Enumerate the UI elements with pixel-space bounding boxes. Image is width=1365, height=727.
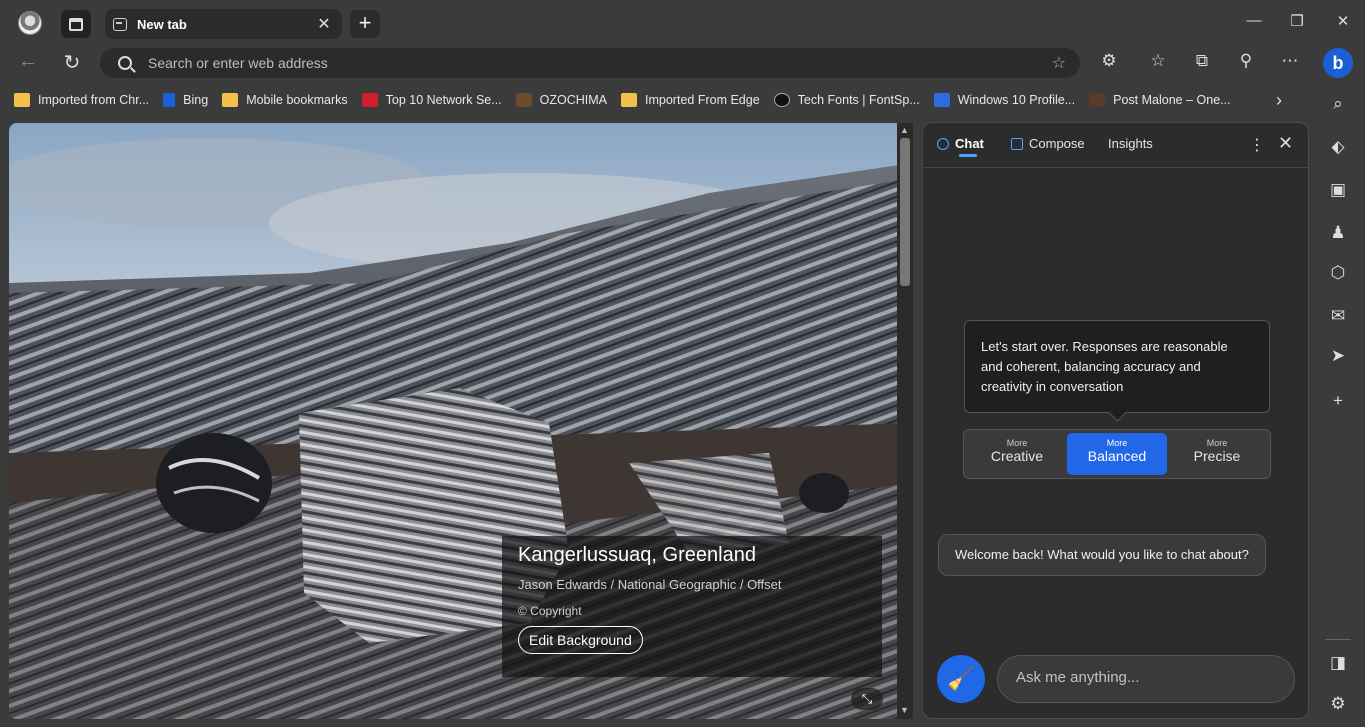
site-icon [933,93,950,107]
microsoft365-icon[interactable]: ⬡ [1326,263,1350,283]
folder-icon [222,93,239,107]
restore-button[interactable]: ❐ [1282,12,1312,30]
address-bar[interactable]: ☆ [100,48,1080,78]
site-icon [515,93,532,107]
chat-header: Chat Compose Insights ⋮ ✕ [923,123,1308,168]
tab-new-tab[interactable]: New tab ✕ [105,9,342,39]
bookmark-item[interactable]: Top 10 Network Se... [361,93,502,107]
site-icon [361,93,378,107]
background-copyright: © Copyright [518,604,582,618]
games-icon[interactable]: ♟ [1326,223,1350,243]
mode-tooltip: Let's start over. Responses are reasonab… [964,320,1270,413]
send-icon[interactable]: ➤ [1326,346,1350,366]
extensions-icon[interactable]: ⚙ [1095,51,1123,71]
folder-icon [14,93,30,107]
more-options-icon[interactable]: ⋮ [1249,135,1265,155]
bookmarks-overflow-icon[interactable]: › [1276,90,1282,111]
close-panel-icon[interactable]: ✕ [1278,133,1293,154]
shopping-tag-icon[interactable]: ⬖ [1326,137,1350,157]
refresh-button[interactable]: ↻ [57,50,87,75]
mode-precise-button[interactable]: More Precise [1167,433,1267,475]
background-info-card: Kangerlussuaq, Greenland Jason Edwards /… [502,536,882,677]
chat-icon [937,137,949,150]
performance-icon[interactable]: ⚲ [1232,51,1260,71]
welcome-message: Welcome back! What would you like to cha… [938,534,1266,576]
newtab-favicon-icon [113,17,127,31]
bookmark-item[interactable]: Windows 10 Profile... [933,93,1075,107]
scroll-up-icon[interactable]: ▲ [900,125,909,135]
folder-icon [621,93,638,107]
tab-title: New tab [137,16,187,32]
new-topic-broom-icon[interactable]: 🧹 [937,655,985,703]
settings-gear-icon[interactable]: ⚙ [1326,694,1350,714]
compose-icon [1011,137,1023,150]
bookmark-item[interactable]: Post Malone – One... [1089,93,1231,107]
ask-input-box[interactable] [997,655,1295,703]
bookmark-item[interactable]: Mobile bookmarks [222,93,348,107]
tab-compose[interactable]: Compose [1011,136,1085,151]
back-button[interactable]: ← [13,50,43,73]
bookmarks-bar: Imported from Chr... Bing Mobile bookmar… [0,86,1310,114]
mode-balanced-button[interactable]: More Balanced [1067,433,1167,475]
site-icon [1089,93,1106,107]
edit-background-button[interactable]: Edit Background [518,626,643,654]
bookmark-item[interactable]: Imported from Chr... [14,93,149,107]
bookmark-item[interactable]: OZOCHIMA [515,93,607,107]
sidebar-divider [1325,639,1351,640]
tools-briefcase-icon[interactable]: ▣ [1326,180,1350,200]
address-input[interactable] [148,55,1028,71]
workspaces-icon [69,17,83,31]
bookmark-item[interactable]: Tech Fonts | FontSp... [773,93,920,107]
page-scrollbar[interactable]: ▲ ▼ [897,123,913,719]
search-icon [118,56,132,70]
site-icon [773,93,790,107]
scroll-down-icon[interactable]: ▼ [900,705,909,715]
add-favorite-icon[interactable]: ☆ [1052,53,1066,73]
bookmark-item[interactable]: Bing [163,93,208,107]
favorites-icon[interactable]: ☆ [1144,51,1172,71]
background-location[interactable]: Kangerlussuaq, Greenland [518,544,866,567]
search-sidebar-icon[interactable]: ⌕ [1326,94,1350,114]
close-window-button[interactable]: ✕ [1328,12,1358,30]
mode-creative-button[interactable]: More Creative [967,433,1067,475]
hide-sidebar-icon[interactable]: ◨ [1326,653,1350,673]
bing-chat-button[interactable]: b [1323,48,1353,78]
conversation-style-selector: More Creative More Balanced More Precise [963,429,1271,479]
title-bar: New tab ✕ + — ❐ ✕ [0,0,1365,46]
tab-insights[interactable]: Insights [1108,136,1153,151]
background-credit: Jason Edwards / National Geographic / Of… [518,577,782,592]
bing-icon [163,93,176,107]
outlook-icon[interactable]: ✉ [1326,306,1350,326]
ask-input[interactable] [1016,669,1276,686]
add-sidebar-icon[interactable]: + [1326,391,1350,411]
more-options-icon[interactable]: ⋯ [1276,51,1304,71]
minimize-button[interactable]: — [1239,12,1269,29]
workspaces-button[interactable] [61,10,91,38]
scroll-thumb[interactable] [900,138,910,286]
close-tab-icon[interactable]: ✕ [312,14,336,34]
expand-icon[interactable]: ⤡ [851,688,883,710]
profile-avatar[interactable] [18,11,42,35]
toolbar: ← ↻ ☆ ⚙ ☆ ⧉ ⚲ ⋯ b [0,46,1365,82]
active-tab-indicator [959,154,977,157]
new-tab-button[interactable]: + [350,10,380,38]
bing-chat-panel: Chat Compose Insights ⋮ ✕ Let's start ov… [922,122,1309,719]
bookmark-item[interactable]: Imported From Edge [621,93,760,107]
collections-icon[interactable]: ⧉ [1188,51,1216,71]
tab-chat[interactable]: Chat [937,136,984,151]
